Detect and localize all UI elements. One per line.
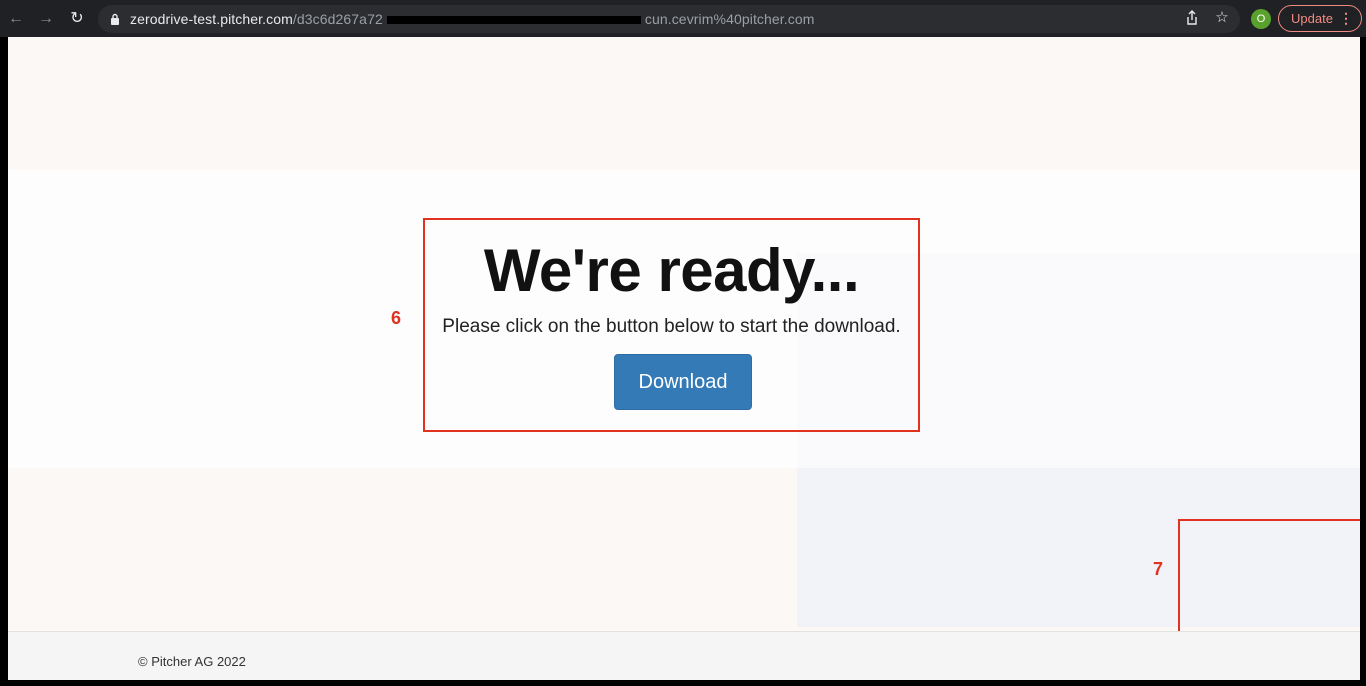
- arrow-left-icon[interactable]: ←: [5, 8, 27, 30]
- footer-copyright: © Pitcher AG 2022: [138, 654, 246, 669]
- arrow-right-icon[interactable]: →: [35, 8, 57, 30]
- page-footer: © Pitcher AG 2022: [8, 631, 1360, 680]
- kebab-menu-icon[interactable]: ⋮: [1339, 6, 1353, 31]
- url-text: zerodrive-test.pitcher.com/d3c6d267a72 cu…: [130, 11, 815, 27]
- browser-toolbar: ← → ↻ zerodrive-test.pitcher.com/d3c6d26…: [0, 0, 1366, 37]
- update-button-label: Update: [1291, 11, 1333, 26]
- download-instructions: Please click on the button below to star…: [442, 316, 901, 337]
- annotation-box-7: [1178, 519, 1360, 634]
- download-panel: We're ready... Please click on the butto…: [423, 218, 920, 432]
- page-title: We're ready...: [483, 237, 860, 304]
- share-icon[interactable]: [1183, 9, 1201, 27]
- lock-icon: [111, 13, 119, 25]
- address-bar[interactable]: zerodrive-test.pitcher.com/d3c6d267a72 cu…: [98, 5, 1240, 33]
- screenshot-frame: ← → ↻ zerodrive-test.pitcher.com/d3c6d26…: [0, 0, 1366, 686]
- annotation-marker-6: 6: [391, 308, 402, 328]
- download-button[interactable]: Download: [614, 354, 752, 410]
- reload-icon[interactable]: ↻: [66, 8, 88, 30]
- url-host: zerodrive-test.pitcher.com: [130, 11, 293, 27]
- page-content: 6 We're ready... Please click on the but…: [8, 37, 1360, 680]
- header-band: [8, 37, 1360, 170]
- url-redaction: [386, 16, 641, 25]
- update-button[interactable]: Update ⋮: [1278, 5, 1362, 32]
- url-path-end: cun.cevrim%40pitcher.com: [644, 11, 815, 27]
- star-icon[interactable]: ☆: [1213, 9, 1231, 27]
- url-path-start: /d3c6d267a72: [292, 11, 383, 27]
- annotation-marker-7: 7: [1153, 559, 1164, 579]
- profile-avatar[interactable]: O: [1251, 9, 1271, 29]
